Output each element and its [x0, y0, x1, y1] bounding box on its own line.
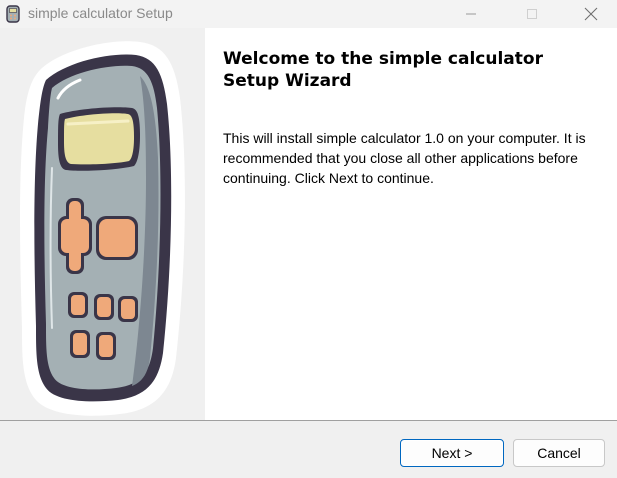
close-button[interactable] [568, 0, 614, 28]
cancel-button[interactable]: Cancel [513, 439, 605, 467]
window-title: simple calculator Setup [28, 5, 173, 21]
next-button[interactable]: Next > [400, 439, 504, 467]
calculator-illustration [20, 41, 185, 416]
welcome-message: This will install simple calculator 1.0 … [223, 130, 586, 186]
minimize-icon [466, 13, 476, 15]
maximize-button[interactable] [509, 0, 555, 28]
wizard-content: Welcome to the simple calculator Setup W… [205, 28, 617, 420]
setup-window: simple calculator Setup Welcome to the s… [0, 0, 617, 478]
page-title: Welcome to the simple calculator Setup W… [223, 49, 543, 91]
calculator-icon [6, 5, 20, 23]
wizard-side-image [0, 28, 205, 420]
minimize-button[interactable] [448, 0, 494, 28]
maximize-icon [527, 9, 537, 19]
close-icon [584, 7, 598, 21]
title-bar[interactable]: simple calculator Setup [0, 0, 617, 28]
wizard-footer: Next > Cancel [0, 421, 617, 478]
